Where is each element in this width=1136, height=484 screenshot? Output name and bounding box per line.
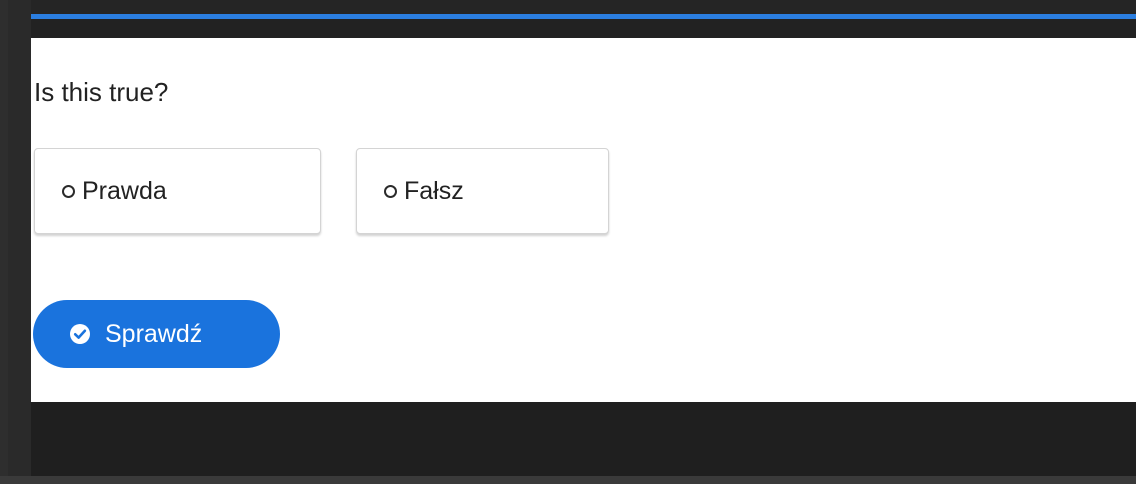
option-label-true: Prawda bbox=[82, 176, 167, 205]
check-button-label: Sprawdź bbox=[105, 319, 203, 348]
radio-icon[interactable] bbox=[384, 184, 397, 198]
option-true[interactable]: Prawda bbox=[34, 148, 321, 234]
question-text: Is this true? bbox=[34, 77, 169, 107]
top-bar bbox=[31, 0, 1136, 14]
option-label-false: Fałsz bbox=[404, 176, 464, 205]
left-gutter bbox=[0, 0, 8, 484]
check-circle-icon bbox=[70, 324, 90, 344]
quiz-panel: Is this true? Prawda Fałsz Sprawdź bbox=[31, 38, 1136, 402]
option-false[interactable]: Fałsz bbox=[356, 148, 609, 234]
header-strip bbox=[31, 19, 1136, 38]
bottom-strip bbox=[0, 476, 1136, 484]
footer-bar bbox=[31, 402, 1136, 476]
radio-icon[interactable] bbox=[62, 184, 75, 198]
check-button[interactable]: Sprawdź bbox=[33, 300, 280, 368]
